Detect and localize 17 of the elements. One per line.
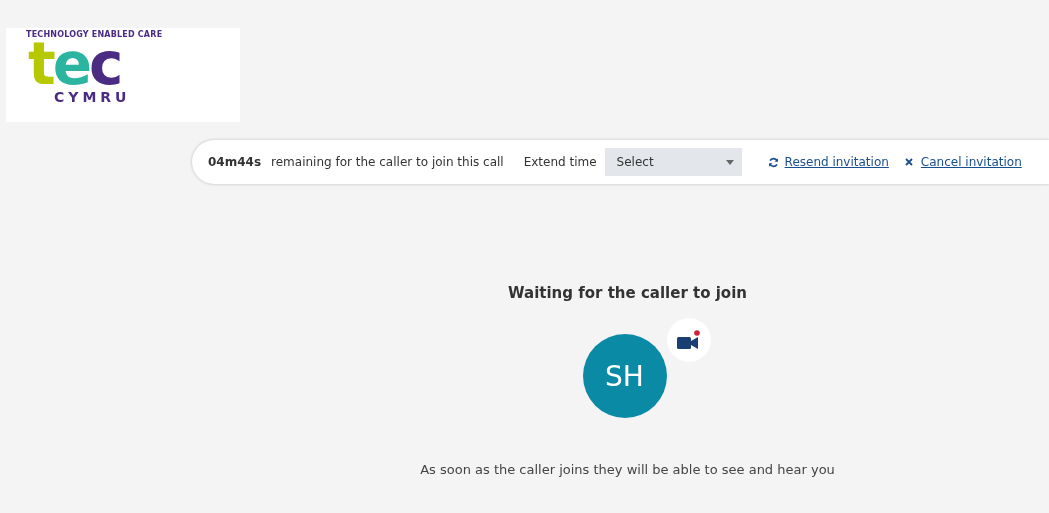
avatar: SH [582, 334, 667, 418]
extend-time-label: Extend time [523, 155, 597, 169]
waiting-note: As soon as the caller joins they will be able to see and hear you [420, 462, 835, 477]
logo-letter: e [52, 39, 90, 89]
close-icon [904, 158, 913, 166]
caret-icon [725, 159, 734, 165]
waiting-title: Waiting for the caller to join [508, 284, 747, 302]
countdown-time: 04m44s [208, 155, 262, 169]
countdown-message: remaining for the caller to join this call [271, 155, 504, 169]
refresh-icon [767, 156, 779, 168]
logo-tagline: TECHNOLOGY ENABLED CARE [26, 30, 164, 39]
cancel-invitation-link[interactable]: Cancel invitation [920, 155, 1022, 169]
extend-time-select[interactable]: Select [604, 148, 742, 176]
logo-subtitle: CYMRU [54, 89, 132, 105]
logo-letter: t [28, 39, 53, 89]
resend-invitation-link[interactable]: Resend invitation [784, 155, 889, 169]
logo-letter: c [89, 39, 121, 89]
